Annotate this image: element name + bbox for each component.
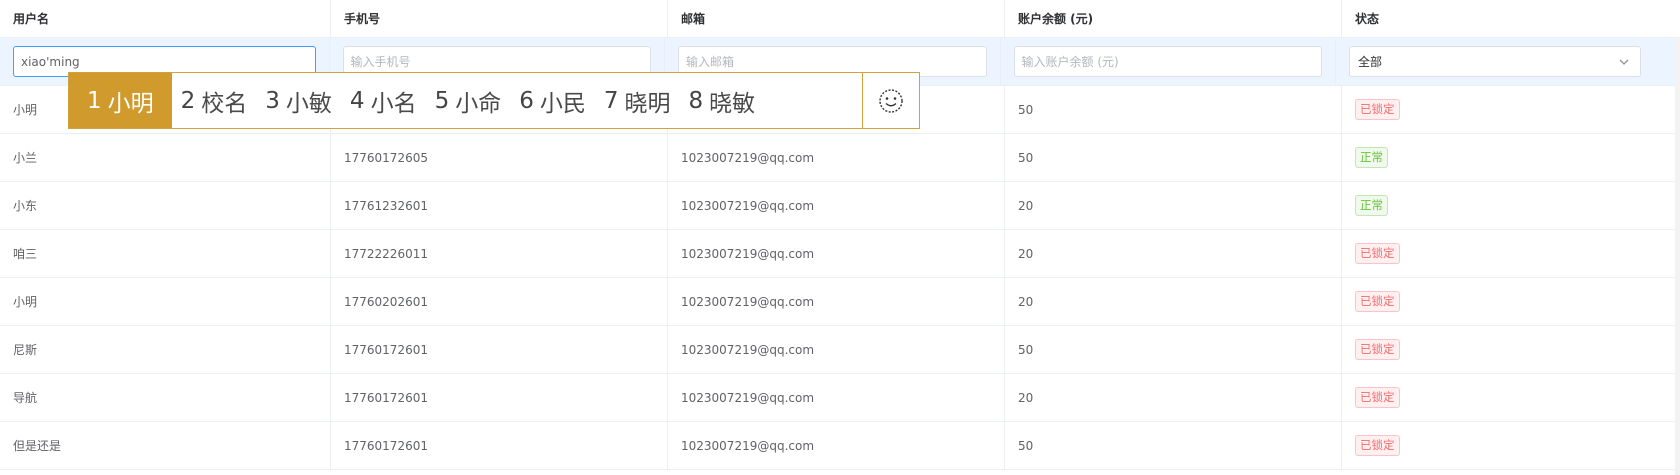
ime-candidate-number: 1 <box>87 87 102 114</box>
cell-username: 但是还是 <box>0 422 331 469</box>
cell-balance: 50 <box>1005 86 1342 133</box>
ime-candidate-number: 7 <box>603 87 619 114</box>
ime-candidate-number: 6 <box>519 87 534 114</box>
table-row[interactable]: 小明 17760202601 1023007219@qq.com 20 已锁定 <box>0 278 1680 326</box>
cell-phone: 17761232601 <box>331 182 668 229</box>
ime-candidate-text: 小明 <box>107 90 154 117</box>
ime-candidate-6[interactable]: 6 小民 <box>510 73 595 128</box>
cell-phone: 17760172601 <box>331 326 668 373</box>
column-header-balance[interactable]: 账户余额 (元) <box>1005 0 1342 37</box>
status-badge: 已锁定 <box>1355 291 1400 312</box>
cell-username: 小东 <box>0 182 331 229</box>
column-header-status[interactable]: 状态 <box>1342 0 1660 37</box>
cell-phone: 17760172601 <box>331 374 668 421</box>
ime-candidate-7[interactable]: 7 晓明 <box>595 73 680 128</box>
column-header-username[interactable]: 用户名 <box>0 0 331 37</box>
ime-candidate-2[interactable]: 2 校名 <box>172 73 257 128</box>
cell-email: 1023007219@qq.com <box>668 182 1005 229</box>
balance-filter-input[interactable] <box>1013 46 1323 77</box>
user-table: 用户名 手机号 邮箱 账户余额 (元) 状态 全部 小明 50 已锁定 <box>0 0 1680 470</box>
cell-phone: 17760172605 <box>331 134 668 181</box>
table-row[interactable]: 尼斯 17760172601 1023007219@qq.com 50 已锁定 <box>0 326 1680 374</box>
cell-email: 1023007219@qq.com <box>668 278 1005 325</box>
status-badge: 已锁定 <box>1355 387 1400 408</box>
cell-email: 1023007219@qq.com <box>668 134 1005 181</box>
cell-balance: 50 <box>1005 422 1342 469</box>
status-badge: 正常 <box>1355 147 1388 168</box>
ime-candidate-text: 晓敏 <box>709 90 756 117</box>
column-header-email[interactable]: 邮箱 <box>668 0 1005 37</box>
status-badge: 已锁定 <box>1355 243 1400 264</box>
cell-email: 1023007219@qq.com <box>668 374 1005 421</box>
cell-username: 导航 <box>0 374 331 421</box>
table-header: 用户名 手机号 邮箱 账户余额 (元) 状态 <box>0 0 1680 38</box>
cell-phone: 17722226011 <box>331 230 668 277</box>
status-filter-value: 全部 <box>1358 55 1383 69</box>
cell-phone: 17760172601 <box>331 422 668 469</box>
table-row[interactable]: 导航 17760172601 1023007219@qq.com 20 已锁定 <box>0 374 1680 422</box>
cell-balance: 20 <box>1005 278 1342 325</box>
status-badge: 正常 <box>1355 195 1388 216</box>
status-badge: 已锁定 <box>1355 99 1400 120</box>
table-row[interactable]: 小东 17761232601 1023007219@qq.com 20 正常 <box>0 182 1680 230</box>
column-header-phone[interactable]: 手机号 <box>331 0 668 37</box>
ime-candidate-text: 小民 <box>539 90 586 117</box>
ime-candidate-3[interactable]: 3 小敏 <box>256 73 341 128</box>
cell-balance: 50 <box>1005 326 1342 373</box>
ime-candidate-1[interactable]: 1 小明 <box>69 73 172 128</box>
ime-candidate-number: 8 <box>688 87 704 114</box>
ime-candidate-text: 小名 <box>370 90 417 117</box>
smiley-icon[interactable] <box>863 73 919 128</box>
ime-candidate-number: 5 <box>434 87 450 114</box>
ime-candidate-window: 1 小明 2 校名 3 小敏 4 小名 5 小命 6 小民 7 晓明 8 晓敏 <box>68 72 920 129</box>
ime-candidate-5[interactable]: 5 小命 <box>426 73 511 128</box>
cell-balance: 50 <box>1005 134 1342 181</box>
cell-username: 小兰 <box>0 134 331 181</box>
cell-email: 1023007219@qq.com <box>668 230 1005 277</box>
cell-username: 小明 <box>0 278 331 325</box>
ime-candidate-number: 3 <box>265 87 280 114</box>
chevron-down-icon <box>1618 56 1630 68</box>
cell-balance: 20 <box>1005 182 1342 229</box>
cell-username: 咱三 <box>0 230 331 277</box>
ime-candidate-text: 晓明 <box>624 90 671 117</box>
status-badge: 已锁定 <box>1355 339 1400 360</box>
ime-candidate-number: 2 <box>180 87 196 114</box>
vertical-scrollbar[interactable] <box>1675 38 1680 475</box>
cell-email: 1023007219@qq.com <box>668 326 1005 373</box>
header-gutter <box>1660 0 1680 37</box>
ime-candidate-text: 小敏 <box>285 90 332 117</box>
ime-candidate-4[interactable]: 4 小名 <box>341 73 426 128</box>
cell-username: 尼斯 <box>0 326 331 373</box>
table-row[interactable]: 小兰 17760172605 1023007219@qq.com 50 正常 <box>0 134 1680 182</box>
cell-email: 1023007219@qq.com <box>668 422 1005 469</box>
ime-candidate-8[interactable]: 8 晓敏 <box>679 73 764 128</box>
table-row[interactable]: 咱三 17722226011 1023007219@qq.com 20 已锁定 <box>0 230 1680 278</box>
table-row[interactable]: 但是还是 17760172601 1023007219@qq.com 50 已锁… <box>0 422 1680 470</box>
cell-balance: 20 <box>1005 230 1342 277</box>
status-badge: 已锁定 <box>1355 435 1400 456</box>
ime-candidate-text: 校名 <box>201 90 248 117</box>
status-filter-select[interactable]: 全部 <box>1349 46 1642 77</box>
cell-phone: 17760202601 <box>331 278 668 325</box>
cell-balance: 20 <box>1005 374 1342 421</box>
ime-candidate-number: 4 <box>349 87 365 114</box>
ime-candidate-text: 小命 <box>455 90 502 117</box>
